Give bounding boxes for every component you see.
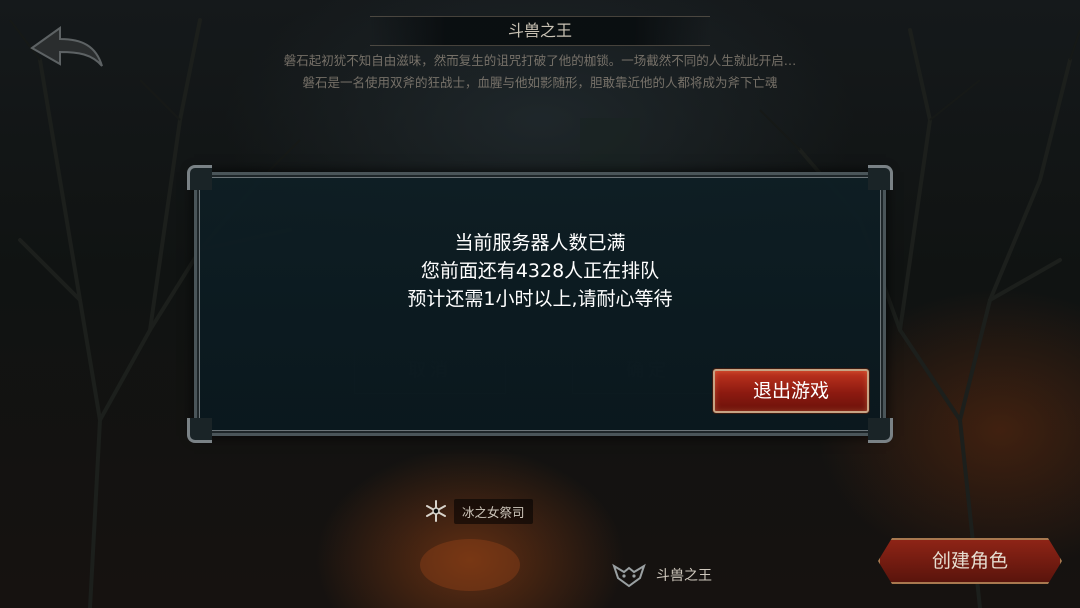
story-line-2: 磐石是一名使用双斧的狂战士，血腥与他如影随形，胆敢靠近他的人都将成为斧下亡魂 — [302, 75, 778, 90]
class-tag-label: 冰之女祭司 — [454, 498, 533, 524]
create-role-button[interactable]: 创建角色 — [878, 538, 1062, 584]
hero-title: 斗兽之王 — [507, 21, 572, 40]
dialog-corner-ornament — [868, 418, 893, 443]
queue-message-line-2: 您前面还有4328人正在排队 — [420, 260, 660, 282]
back-arrow-icon — [30, 26, 103, 67]
beast-mask-icon — [612, 563, 646, 588]
queue-dialog: 当前服务器人数已满 您前面还有4328人正在排队 预计还需1小时以上,请耐心等待… — [187, 165, 893, 443]
dialog-corner-ornament — [187, 165, 212, 190]
hero-story: 磐石起初犹不知自由滋味，然而复生的诅咒打破了他的枷锁。一场截然不同的人生就此开启… — [150, 50, 930, 94]
queue-message: 当前服务器人数已满 您前面还有4328人正在排队 预计还需1小时以上,请耐心等待 — [197, 229, 883, 313]
dialog-corner-ornament — [868, 165, 893, 190]
dialog-corner-ornament — [187, 418, 212, 443]
queue-message-line-1: 当前服务器人数已满 — [454, 232, 626, 254]
queue-message-line-3: 预计还需1小时以上,请耐心等待 — [407, 288, 673, 310]
back-button[interactable] — [26, 22, 106, 74]
snowflake-icon — [426, 500, 446, 522]
role-tag-label: 斗兽之王 — [656, 568, 712, 584]
exit-game-button[interactable]: 退出游戏 — [713, 369, 869, 413]
story-line-1: 磐石起初犹不知自由滋味，然而复生的诅咒打破了他的枷锁。一场截然不同的人生就此开启… — [283, 53, 797, 68]
role-tag[interactable]: 斗兽之王 — [612, 562, 712, 588]
class-tag[interactable]: 冰之女祭司 — [424, 498, 533, 524]
hero-title-bar: 斗兽之王 — [370, 16, 710, 46]
